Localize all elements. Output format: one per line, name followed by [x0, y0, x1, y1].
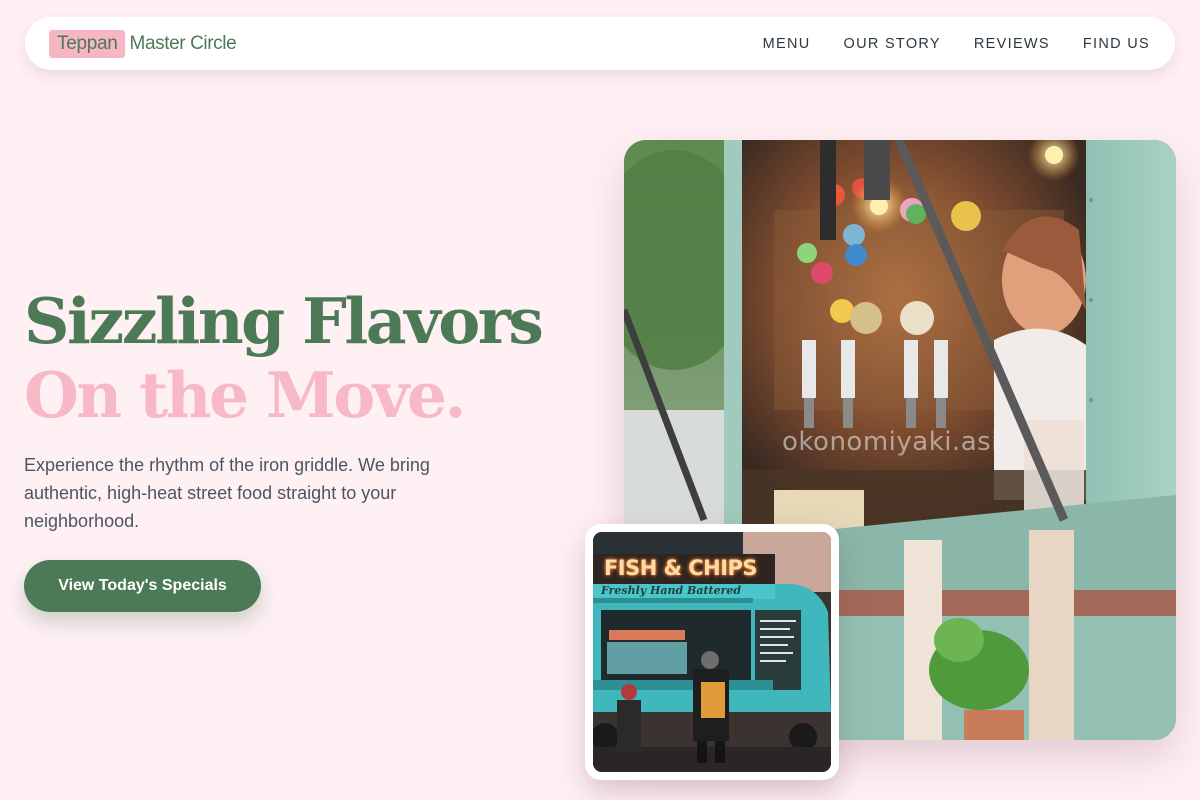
landing-page: Teppan Master Circle MENU OUR STORY REVI…	[0, 0, 1200, 800]
nav-item-menu: MENU	[763, 35, 811, 53]
brand-logo[interactable]: Teppan Master Circle	[49, 29, 237, 58]
hero-title-line2: On the Move.	[24, 358, 466, 432]
nav-link-our-story[interactable]: OUR STORY	[844, 36, 941, 52]
hero-description: Experience the rhythm of the iron griddl…	[24, 455, 430, 531]
photo-watermark: okonomiyaki.asia	[782, 427, 1016, 457]
nav-item-reviews: REVIEWS	[974, 35, 1050, 53]
top-navbar: Teppan Master Circle MENU OUR STORY REVI…	[25, 17, 1175, 70]
nav-link-reviews[interactable]: REVIEWS	[974, 36, 1050, 52]
truck-sign-text: FISH & CHIPS	[603, 556, 758, 580]
hero-title: Sizzling Flavors On the Move.	[24, 284, 544, 432]
nav-link-menu[interactable]: MENU	[763, 36, 811, 52]
fish-chips-truck-card: FISH & CHIPS Freshly Hand Battered	[585, 524, 839, 780]
truck-subsign-text: Freshly Hand Battered	[601, 584, 742, 597]
nav-item-find-us: FIND US	[1083, 35, 1150, 53]
nav-links: MENU OUR STORY REVIEWS FIND US	[763, 35, 1150, 53]
view-specials-button[interactable]: View Today's Specials	[24, 560, 261, 612]
hero-title-line1: Sizzling Flavors	[24, 284, 544, 358]
nav-item-our-story: OUR STORY	[844, 35, 941, 53]
fish-chips-truck-photo: FISH & CHIPS Freshly Hand Battered	[593, 532, 831, 772]
brand-tag: Teppan	[49, 29, 125, 58]
brand-name: Master Circle	[129, 32, 237, 54]
nav-link-find-us[interactable]: FIND US	[1083, 36, 1150, 52]
